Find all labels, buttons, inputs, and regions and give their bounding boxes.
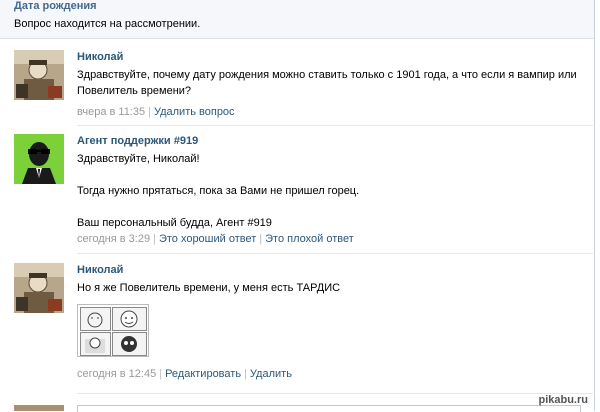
question-status: Вопрос находится на рассмотрении. <box>14 18 201 30</box>
user-avatar-icon <box>14 50 64 100</box>
comic-face-icon <box>120 310 138 328</box>
agent-avatar-icon <box>14 134 64 184</box>
comic-face-icon <box>85 337 105 353</box>
message-time: сегодня в 3:29 <box>77 233 151 245</box>
message-text: Но я же Повелитель времени, у меня есть … <box>77 280 580 296</box>
divider <box>77 393 593 394</box>
watermark: pikabu.ru <box>538 394 588 406</box>
message-meta: сегодня в 3:29 | Это хороший ответ | Это пло… <box>77 232 580 246</box>
question-header: Дата рождения Вопрос находится на рассмо… <box>0 0 594 39</box>
message-line: Но я же Повелитель времени, у меня есть … <box>77 282 341 294</box>
message-line <box>77 199 580 215</box>
separator: | <box>153 233 156 245</box>
delete-link[interactable]: Удалить <box>250 368 292 380</box>
message-line <box>77 167 580 183</box>
message-meta: вчера в 11:35 | Удалить вопрос <box>77 105 580 119</box>
comic-face-icon <box>121 336 137 352</box>
avatar[interactable] <box>14 50 64 100</box>
message-text: Здравствуйте, почему дату рождения можно… <box>77 67 580 99</box>
separator: | <box>159 368 163 380</box>
author-link[interactable]: Николай <box>77 263 580 277</box>
author-link[interactable]: Агент поддержки #919 <box>77 134 580 148</box>
separator: | <box>148 106 151 118</box>
comic-panel <box>112 307 147 331</box>
edit-link[interactable]: Редактировать <box>165 368 241 380</box>
question-title: Дата рождения <box>14 0 97 12</box>
message-time: вчера в 11:35 <box>77 106 146 118</box>
divider <box>77 253 593 254</box>
message-line: Здравствуйте, Николай! <box>77 153 200 165</box>
divider <box>77 125 593 126</box>
message-time: сегодня в 12:45 <box>77 368 157 380</box>
avatar[interactable] <box>14 263 64 313</box>
separator: | <box>244 368 247 380</box>
comic-panel <box>112 332 147 356</box>
comic-face-icon <box>87 312 103 328</box>
avatar[interactable] <box>14 134 64 184</box>
comic-panel <box>80 332 111 356</box>
author-link[interactable]: Николай <box>77 50 580 64</box>
user-avatar-icon <box>14 263 64 313</box>
attached-image[interactable] <box>77 304 149 357</box>
comic-panel <box>80 307 111 331</box>
message-text: Здравствуйте, Николай! Тогда нужно прята… <box>77 151 580 231</box>
message-line: Ваш персональный будда, Агент #919 <box>77 217 272 229</box>
message-line: Тогда нужно прятаться, пока за Вами не п… <box>77 185 360 197</box>
page-border <box>594 0 595 411</box>
separator: | <box>259 233 263 245</box>
reply-avatar <box>14 405 64 411</box>
delete-question-link[interactable]: Удалить вопрос <box>154 106 235 118</box>
message-line: Здравствуйте, почему дату рождения можно… <box>77 69 577 97</box>
bad-answer-link[interactable]: Это плохой ответ <box>265 233 354 245</box>
good-answer-link[interactable]: Это хороший ответ <box>159 233 256 245</box>
message-meta: сегодня в 12:45 | Редактировать | Удалить <box>77 367 580 381</box>
